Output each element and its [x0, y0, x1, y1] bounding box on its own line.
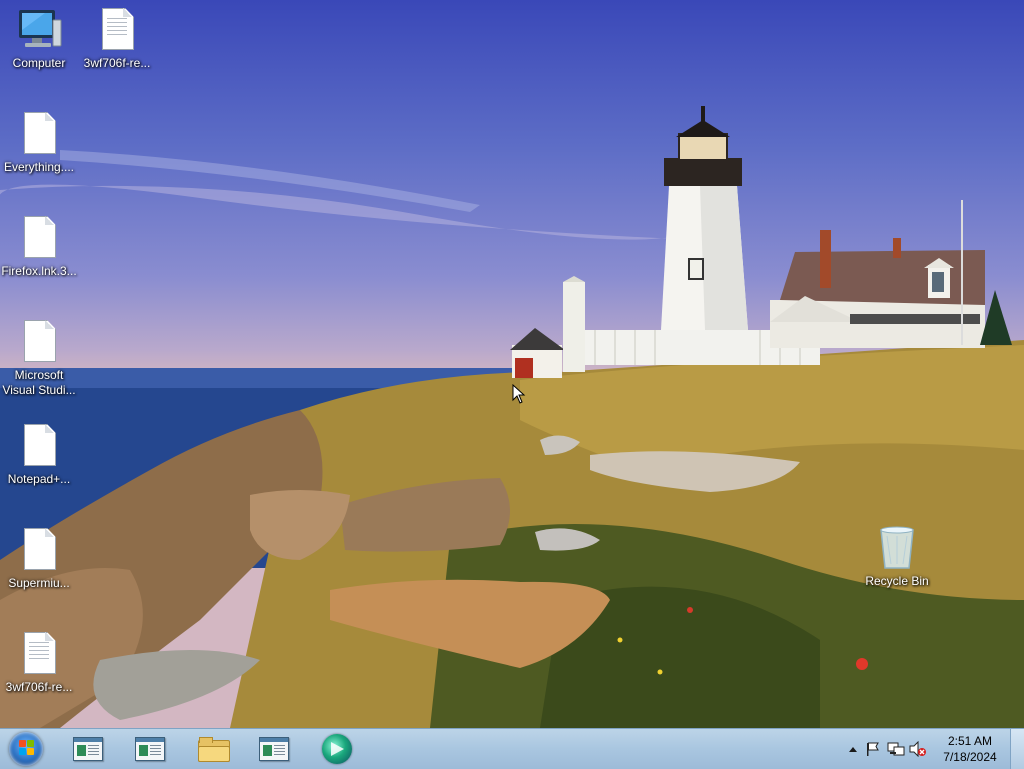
file-icon	[93, 6, 141, 54]
system-tray: 2:51 AM 7/18/2024	[834, 729, 1024, 769]
desktop-icon-label: Supermiu...	[8, 576, 70, 590]
network-icon	[887, 742, 905, 756]
desktop-icon-file[interactable]: 3wf706f-re...	[78, 6, 156, 71]
action-center-button[interactable]	[864, 739, 882, 759]
clock[interactable]: 2:51 AM 7/18/2024	[940, 733, 1000, 765]
desktop-icon-file[interactable]: Firefox.lnk.3...	[0, 214, 78, 279]
show-hidden-icons-arrow	[849, 747, 857, 752]
clock-date: 7/18/2024	[943, 750, 997, 764]
network-button[interactable]	[886, 739, 906, 759]
mouse-pointer-icon	[512, 383, 526, 407]
taskbar-button-media-app[interactable]	[314, 733, 360, 765]
desktop-icon-label: Notepad+...	[7, 472, 71, 486]
desktop-icon-label: Recycle Bin	[865, 574, 929, 588]
desktop-icon-file[interactable]: Everything....	[0, 110, 78, 175]
desktop-icon-recycle-bin[interactable]: Recycle Bin	[858, 524, 936, 589]
file-icon	[15, 422, 63, 470]
desktop-icon-file[interactable]: Microsoft Visual Studi...	[0, 318, 78, 398]
file-icon	[15, 214, 63, 262]
window-app-icon	[135, 737, 165, 761]
computer-icon	[15, 6, 63, 54]
desktop-icon-label: Microsoft Visual Studi...	[2, 368, 76, 397]
clock-time: 2:51 AM	[947, 734, 993, 748]
desktop-icon-label: Computer	[12, 56, 66, 70]
file-icon	[15, 630, 63, 678]
show-desktop-button[interactable]	[1010, 729, 1024, 769]
desktop-icon-file[interactable]: Notepad+...	[0, 422, 78, 487]
desktop-icon-label: 3wf706f-re...	[83, 56, 151, 70]
media-app-icon	[322, 734, 352, 764]
action-center-flag-icon	[867, 742, 879, 756]
show-hidden-icons-button[interactable]	[846, 739, 860, 759]
desktop-wallpaper	[0, 0, 1024, 728]
taskbar-button-file-explorer[interactable]	[190, 733, 236, 765]
start-button[interactable]	[6, 731, 46, 767]
window-app-icon	[259, 737, 289, 761]
volume-muted-icon	[909, 741, 926, 757]
file-icon	[15, 110, 63, 158]
windows-orb-icon	[9, 732, 43, 766]
desktop-icon-computer[interactable]: Computer	[0, 6, 78, 71]
volume-button[interactable]	[908, 739, 928, 759]
desktop-icon-file[interactable]: 3wf706f-re...	[0, 630, 78, 695]
desktop-icon-label: 3wf706f-re...	[5, 680, 73, 694]
recycle-bin-icon	[873, 524, 921, 572]
window-app-icon	[73, 737, 103, 761]
desktop-icon-label: Everything....	[3, 160, 75, 174]
taskbar-button-app-1[interactable]	[65, 733, 111, 765]
lighthouse-scene	[0, 106, 1024, 728]
file-icon	[15, 318, 63, 366]
file-icon	[15, 526, 63, 574]
taskbar-button-app-3[interactable]	[251, 733, 297, 765]
taskbar: 2:51 AM 7/18/2024	[0, 728, 1024, 769]
desktop-icon-file[interactable]: Supermiu...	[0, 526, 78, 591]
desktop-icon-label: Firefox.lnk.3...	[1, 264, 77, 278]
folder-icon	[198, 737, 230, 762]
taskbar-button-app-2[interactable]	[127, 733, 173, 765]
